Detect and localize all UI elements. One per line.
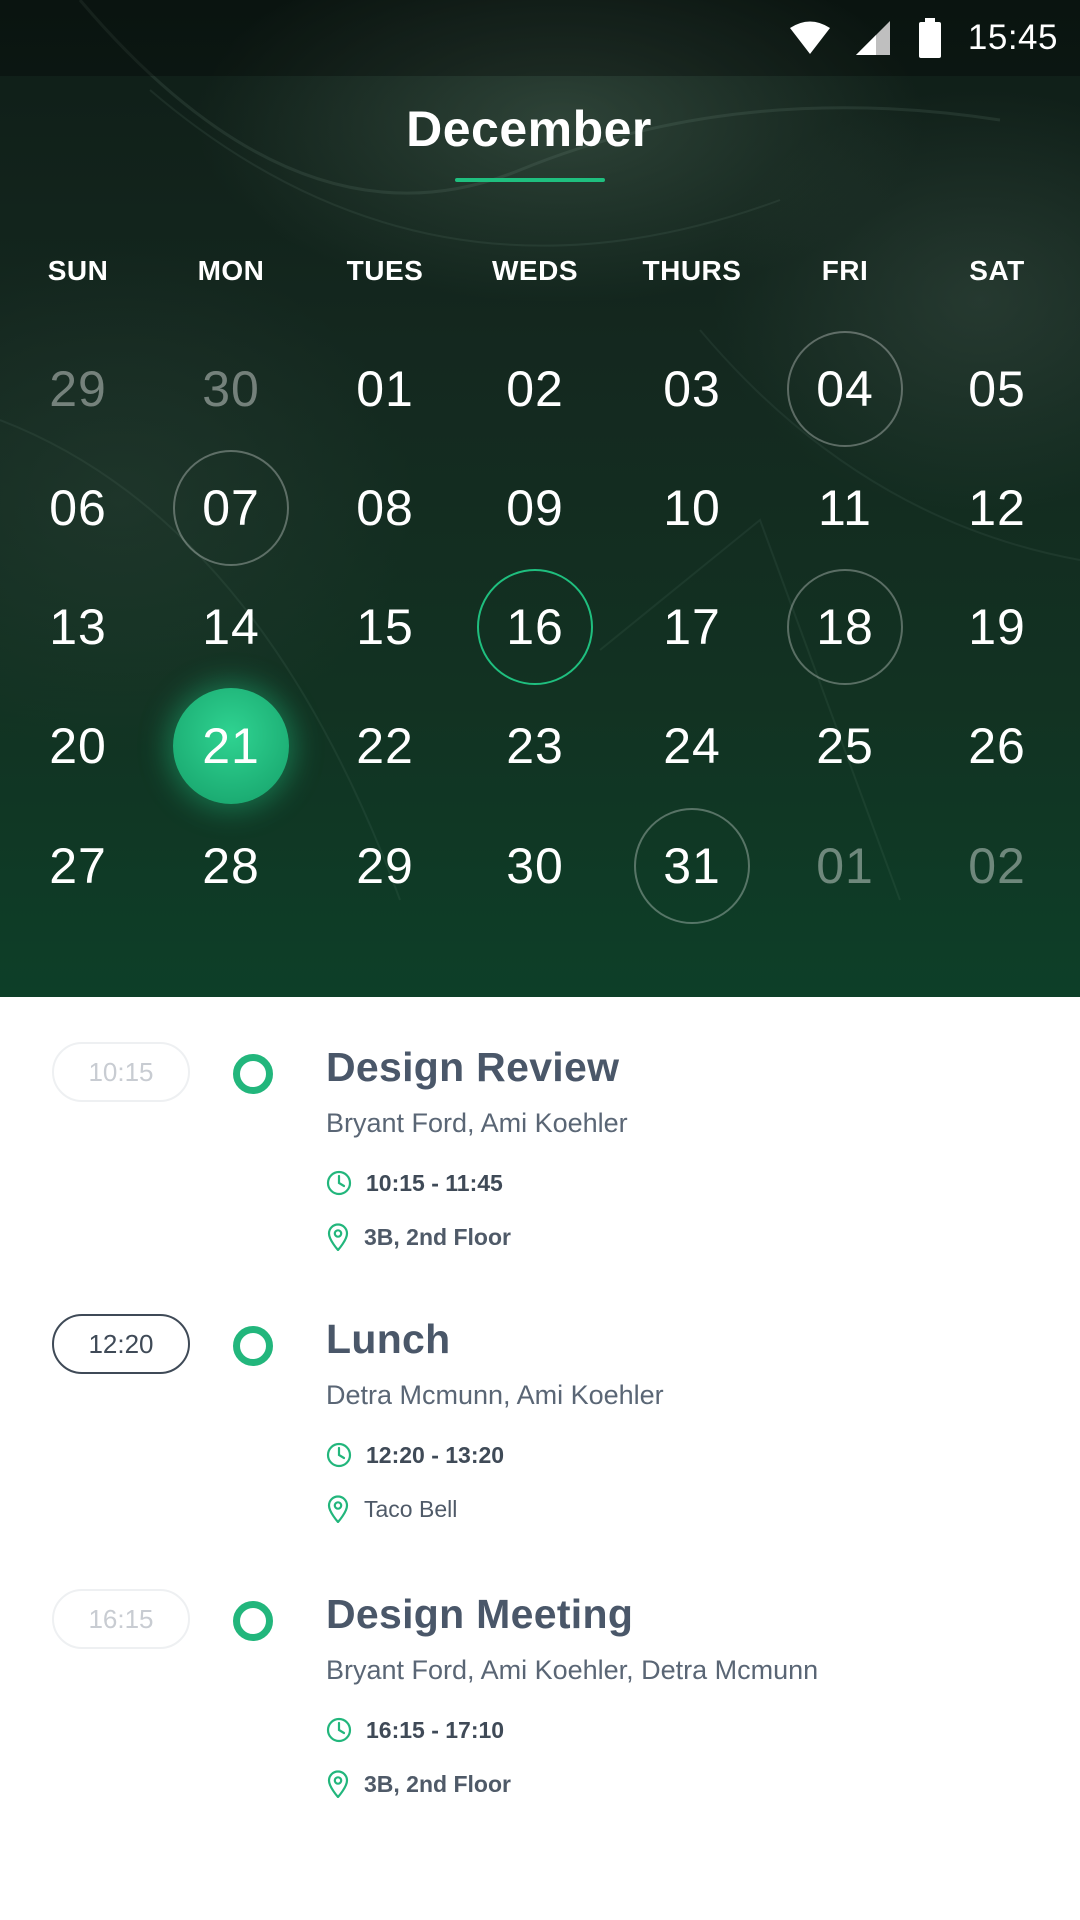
weekday-label-sun: SUN <box>47 255 109 286</box>
weekday-label-thurs: THURS <box>642 255 742 286</box>
agenda-item[interactable]: 16:15 Design Meeting Bryant Ford, Ami Koeh… <box>0 1589 1080 1849</box>
event-title: Design Meeting <box>326 1591 634 1637</box>
signal-icon <box>855 21 890 55</box>
calendar-header: 15:45 December SUN MON TUES WEDS THURS FRI SAT… <box>0 0 1080 997</box>
calendar-day[interactable]: 12 <box>939 450 1055 566</box>
event-time-range: 10:15 - 11:45 <box>366 1169 503 1196</box>
calendar-day[interactable]: 22 <box>327 688 443 804</box>
calendar-day[interactable]: 23 <box>477 688 593 804</box>
event-time-row: 10:15 - 11:45 <box>326 1166 503 1200</box>
calendar-day[interactable]: 11 <box>787 450 903 566</box>
event-location-row: Taco Bell <box>326 1492 457 1526</box>
calendar-day[interactable]: 27 <box>20 808 136 924</box>
calendar-day[interactable]: 04 <box>787 331 903 447</box>
calendar-day[interactable]: 08 <box>327 450 443 566</box>
event-location: 3B, 2nd Floor <box>364 1223 511 1250</box>
calendar-day[interactable]: 01 <box>787 808 903 924</box>
weekday-label-fri: FRI <box>821 255 869 286</box>
calendar-day[interactable]: 18 <box>787 569 903 685</box>
calendar-day[interactable]: 01 <box>327 331 443 447</box>
event-title: Design Review <box>326 1044 620 1090</box>
battery-icon <box>918 18 941 58</box>
wifi-icon <box>789 21 830 54</box>
event-title: Lunch <box>326 1316 451 1362</box>
agenda-item[interactable]: 12:20 Lunch Detra Mcmunn, Ami Koehler 12:20… <box>0 1314 1080 1574</box>
clock-icon <box>326 1170 352 1196</box>
agenda-item[interactable]: 10:15 Design Review Bryant Ford, Ami Koehl… <box>0 1042 1080 1302</box>
calendar-day[interactable]: 29 <box>327 808 443 924</box>
status-bar: 15:45 <box>0 0 1080 76</box>
calendar-day[interactable]: 10 <box>634 450 750 566</box>
calendar-day[interactable]: 17 <box>634 569 750 685</box>
timeline-dot-icon <box>233 1054 273 1094</box>
calendar-day[interactable]: 06 <box>20 450 136 566</box>
timeline-dot-icon <box>233 1601 273 1641</box>
calendar-day[interactable]: 25 <box>787 688 903 804</box>
time-tag[interactable]: 16:15 <box>52 1589 190 1649</box>
calendar-day[interactable]: 05 <box>939 331 1055 447</box>
calendar-day[interactable]: 09 <box>477 450 593 566</box>
weekday-label-sat: SAT <box>969 255 1025 286</box>
month-underline <box>455 178 605 182</box>
calendar-day[interactable]: 31 <box>634 808 750 924</box>
location-pin-icon <box>326 1495 350 1523</box>
event-time-range: 12:20 - 13:20 <box>366 1441 505 1468</box>
weekday-label-weds: WEDS <box>492 255 578 286</box>
event-time-row: 12:20 - 13:20 <box>326 1438 504 1472</box>
calendar-day[interactable]: 07 <box>173 450 289 566</box>
calendar-day[interactable]: 02 <box>939 808 1055 924</box>
calendar-day[interactable]: 13 <box>20 569 136 685</box>
calendar-day[interactable]: 26 <box>939 688 1055 804</box>
event-location-row: 3B, 2nd Floor <box>326 1220 511 1254</box>
calendar-day[interactable]: 30 <box>477 808 593 924</box>
time-tag[interactable]: 12:20 <box>52 1314 190 1374</box>
location-pin-icon <box>326 1770 350 1798</box>
calendar-day[interactable]: 03 <box>634 331 750 447</box>
weekday-label-tues: TUES <box>346 255 424 286</box>
month-title[interactable]: December <box>0 100 1058 158</box>
calendar-day[interactable]: 24 <box>634 688 750 804</box>
event-location: Taco Bell <box>364 1495 458 1522</box>
location-pin-icon <box>326 1223 350 1251</box>
calendar-day[interactable]: 20 <box>20 688 136 804</box>
clock-icon <box>326 1717 352 1743</box>
calendar-day[interactable]: 16 <box>477 569 593 685</box>
event-time-row: 16:15 - 17:10 <box>326 1713 504 1747</box>
calendar-day[interactable]: 29 <box>20 331 136 447</box>
calendar-day[interactable]: 14 <box>173 569 289 685</box>
calendar-day[interactable]: 30 <box>173 331 289 447</box>
calendar-day[interactable]: 15 <box>327 569 443 685</box>
clock-icon <box>326 1442 352 1468</box>
weekday-header: SUN MON TUES WEDS THURS FRI SAT <box>0 255 1080 295</box>
event-attendees: Detra Mcmunn, Ami Koehler <box>326 1380 664 1410</box>
event-time-range: 16:15 - 17:10 <box>366 1716 505 1743</box>
event-location-row: 3B, 2nd Floor <box>326 1767 511 1801</box>
weekday-label-mon: MON <box>197 255 265 286</box>
event-location: 3B, 2nd Floor <box>364 1770 511 1797</box>
timeline-dot-icon <box>233 1326 273 1366</box>
calendar-day[interactable]: 19 <box>939 569 1055 685</box>
event-attendees: Bryant Ford, Ami Koehler <box>326 1108 628 1138</box>
calendar-day[interactable]: 02 <box>477 331 593 447</box>
event-attendees: Bryant Ford, Ami Koehler, Detra Mcmunn <box>326 1655 819 1685</box>
selected-day[interactable]: 21 <box>173 688 289 804</box>
status-time: 15:45 <box>967 18 1058 57</box>
calendar-day[interactable]: 28 <box>173 808 289 924</box>
time-tag[interactable]: 10:15 <box>52 1042 190 1102</box>
